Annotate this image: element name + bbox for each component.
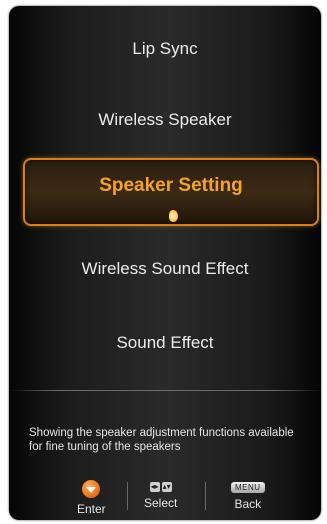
menu-panel: Lip Sync Wireless Speaker Speaker Settin… bbox=[9, 6, 321, 520]
menu-item-wireless-sound-effect[interactable]: Wireless Sound Effect bbox=[21, 238, 309, 300]
menu-item-label: Speaker Setting bbox=[99, 175, 243, 196]
menu-key-icon: MENU bbox=[231, 482, 265, 493]
menu-item-lip-sync[interactable]: Lip Sync bbox=[21, 18, 309, 80]
control-bar: Enter ◂▸ ▴▾ Select MENU Back bbox=[9, 476, 321, 520]
divider bbox=[9, 390, 321, 391]
back-control[interactable]: MENU Back bbox=[231, 476, 265, 511]
enter-control[interactable]: Enter bbox=[77, 476, 106, 516]
menu-item-label: Wireless Sound Effect bbox=[81, 259, 249, 278]
up-down-arrow-icon: ▴▾ bbox=[161, 482, 172, 492]
select-control[interactable]: ◂▸ ▴▾ Select bbox=[144, 476, 177, 510]
menu-list: Lip Sync Wireless Speaker Speaker Settin… bbox=[9, 6, 321, 390]
left-right-arrow-keys-icon: ◂▸ ▴▾ bbox=[149, 482, 172, 492]
menu-item-label: Wireless Speaker bbox=[98, 110, 232, 129]
select-label: Select bbox=[144, 496, 178, 510]
orange-down-arrow-icon bbox=[82, 480, 101, 498]
help-text: Showing the speaker adjustment functions… bbox=[29, 427, 294, 453]
menu-item-label: Sound Effect bbox=[116, 333, 214, 352]
separator bbox=[205, 482, 206, 510]
left-right-arrow-icon: ◂▸ bbox=[149, 482, 160, 492]
pointer-cursor-icon bbox=[169, 210, 178, 222]
separator bbox=[127, 482, 128, 510]
enter-label: Enter bbox=[77, 502, 106, 516]
menu-item-sound-effect[interactable]: Sound Effect bbox=[21, 312, 309, 374]
back-label: Back bbox=[234, 497, 262, 511]
menu-item-label: Lip Sync bbox=[132, 39, 198, 58]
menu-item-wireless-speaker[interactable]: Wireless Speaker bbox=[21, 89, 309, 151]
